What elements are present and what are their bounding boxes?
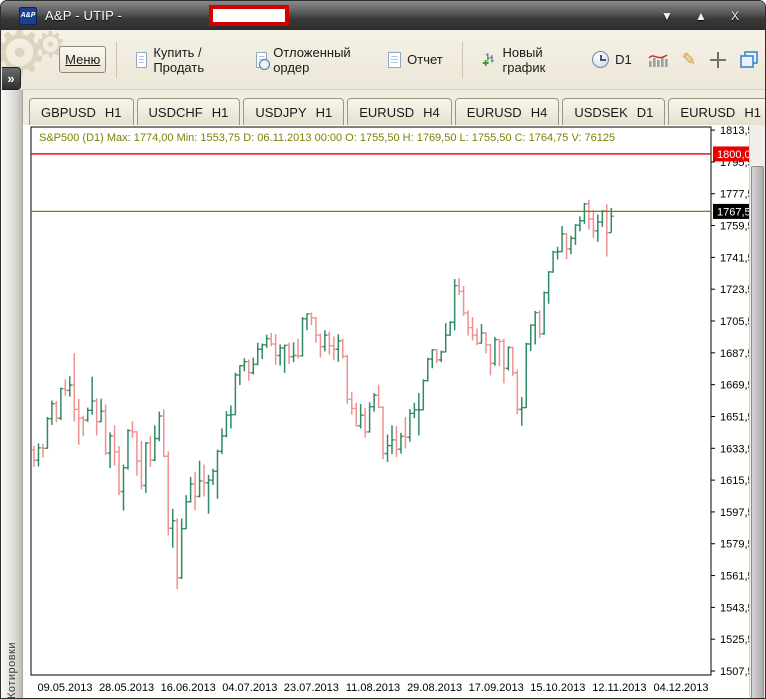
report-document-icon: [388, 52, 401, 68]
y-axis-label: 1651,50: [720, 411, 751, 423]
y-axis-label: 1813,50: [720, 125, 751, 137]
tab-symbol: USDCHF: [149, 105, 203, 120]
menu-button[interactable]: Меню: [59, 46, 106, 73]
tab-symbol: EURUSD: [680, 105, 735, 120]
y-axis-label: 1543,50: [720, 602, 751, 614]
level-price-label: 1800,00: [717, 149, 751, 161]
chart-tab-usdchf-h1[interactable]: USDCHF H1: [137, 98, 241, 125]
chart-info-line: S&P500 (D1) Max: 1774,00 Min: 1553,75 D:…: [39, 132, 615, 144]
report-button[interactable]: Отчет: [379, 48, 452, 72]
y-axis-label: 1579,50: [720, 539, 751, 551]
minimize-button[interactable]: ▼: [659, 9, 675, 23]
buy-sell-button[interactable]: Купить / Продать: [127, 41, 247, 79]
clock-icon: [592, 51, 609, 68]
chart-tab-eurusd-h4[interactable]: EURUSD H4: [455, 98, 560, 125]
x-axis-label: 28.05.2013: [99, 682, 154, 694]
timeframe-button[interactable]: D1: [583, 47, 641, 72]
expand-quotes-panel-button[interactable]: »: [2, 67, 21, 90]
y-axis-label: 1777,50: [720, 189, 751, 201]
crosshair-button[interactable]: [703, 48, 733, 72]
vertical-scrollbar[interactable]: [749, 125, 765, 699]
y-axis-label: 1687,50: [720, 348, 751, 360]
tab-timeframe: H1: [212, 105, 229, 120]
x-axis-label: 04.07.2013: [222, 682, 277, 694]
scrollbar-thumb[interactable]: [751, 166, 764, 699]
pending-order-button[interactable]: Отложенный ордер: [247, 41, 379, 79]
tab-symbol: GBPUSD: [41, 105, 96, 120]
chart-tab-gbpusd-h1[interactable]: GBPUSD H1: [29, 98, 134, 125]
pencil-icon: ✎: [682, 51, 696, 68]
quotes-panel-label[interactable]: Котировки: [6, 348, 18, 699]
new-chart-icon: [482, 51, 497, 68]
pending-order-document-icon: [256, 52, 267, 68]
x-axis-label: 15.10.2013: [530, 682, 585, 694]
indicators-icon: [648, 52, 668, 68]
close-button[interactable]: X: [727, 9, 743, 23]
crosshair-icon: [710, 52, 726, 68]
toolbar-separator: [462, 42, 463, 78]
buy-sell-document-icon: [136, 52, 147, 68]
tab-timeframe: H1: [316, 105, 333, 120]
chart-tab-usdjpy-h1[interactable]: USDJPY H1: [243, 98, 344, 125]
cascade-windows-button[interactable]: [733, 47, 765, 72]
toolbar-separator: [116, 42, 117, 78]
chart-tab-usdsek-d1[interactable]: USDSEK D1: [562, 98, 665, 125]
indicators-button[interactable]: [641, 48, 675, 72]
tab-symbol: EURUSD: [467, 105, 522, 120]
tab-timeframe: H4: [423, 105, 440, 120]
window-title: A&P - UTIP -: [45, 8, 122, 23]
tab-timeframe: H4: [531, 105, 548, 120]
window-controls: ▼ ▲ X: [659, 9, 755, 23]
price-chart[interactable]: 1813,501795,501777,501759,501741,501723,…: [23, 125, 751, 699]
x-axis-label: 09.05.2013: [37, 682, 92, 694]
redacted-account-box: [209, 5, 289, 26]
plot-border: [31, 127, 711, 675]
y-axis-label: 1561,50: [720, 571, 751, 583]
y-axis-label: 1669,50: [720, 380, 751, 392]
chart-tab-eurusd-h1[interactable]: EURUSD H1: [668, 98, 766, 125]
tab-timeframe: H1: [105, 105, 122, 120]
y-axis-label: 1723,50: [720, 284, 751, 296]
maximize-button[interactable]: ▲: [693, 9, 709, 23]
x-axis-label: 16.06.2013: [161, 682, 216, 694]
level-price-label: 1767,50: [717, 206, 751, 218]
tab-symbol: USDJPY: [255, 105, 306, 120]
app-logo-icon: A&P: [19, 7, 37, 25]
workspace: Котировки GBPUSDH1USDCHFH1USDJPYH1EURUSD…: [1, 90, 765, 699]
y-axis-label: 1525,50: [720, 634, 751, 646]
title-bar: A&P A&P - UTIP - ▼ ▲ X: [1, 1, 765, 30]
tab-timeframe: D1: [637, 105, 654, 120]
x-axis-label: 23.07.2013: [284, 682, 339, 694]
x-axis-label: 11.08.2013: [346, 682, 400, 694]
chart-area[interactable]: 1813,501795,501777,501759,501741,501723,…: [23, 125, 749, 699]
tab-timeframe: H1: [744, 105, 761, 120]
quotes-dock-strip: Котировки: [1, 90, 23, 699]
x-axis-label: 04.12.2013: [653, 682, 708, 694]
x-axis-label: 29.08.2013: [407, 682, 462, 694]
chart-tab-bar: GBPUSD H1 USDCHF H1 USDJPY H1 EURUSD H4 EURUSD H4…: [23, 90, 765, 125]
tab-symbol: USDSEK: [574, 105, 627, 120]
x-axis-label: 12.11.2013: [592, 682, 646, 694]
toolbar: ⚙⚙ Меню Купить / Продать Отложенный орде…: [1, 30, 765, 90]
x-axis-label: 17.09.2013: [469, 682, 524, 694]
y-axis-label: 1633,50: [720, 443, 751, 455]
tab-symbol: EURUSD: [359, 105, 414, 120]
app-window: A&P A&P - UTIP - ▼ ▲ X ⚙⚙ Меню Купить / …: [0, 0, 766, 699]
new-chart-button[interactable]: Новый график: [473, 41, 584, 79]
y-axis-label: 1759,50: [720, 221, 751, 233]
cascade-windows-icon: [740, 51, 758, 68]
y-axis-label: 1615,50: [720, 475, 751, 487]
y-axis-label: 1705,50: [720, 316, 751, 328]
y-axis-label: 1597,50: [720, 507, 751, 519]
chart-tab-eurusd-h4[interactable]: EURUSD H4: [347, 98, 452, 125]
y-axis-label: 1741,50: [720, 252, 751, 264]
y-axis-label: 1507,50: [720, 666, 751, 678]
draw-button[interactable]: ✎: [675, 47, 703, 72]
